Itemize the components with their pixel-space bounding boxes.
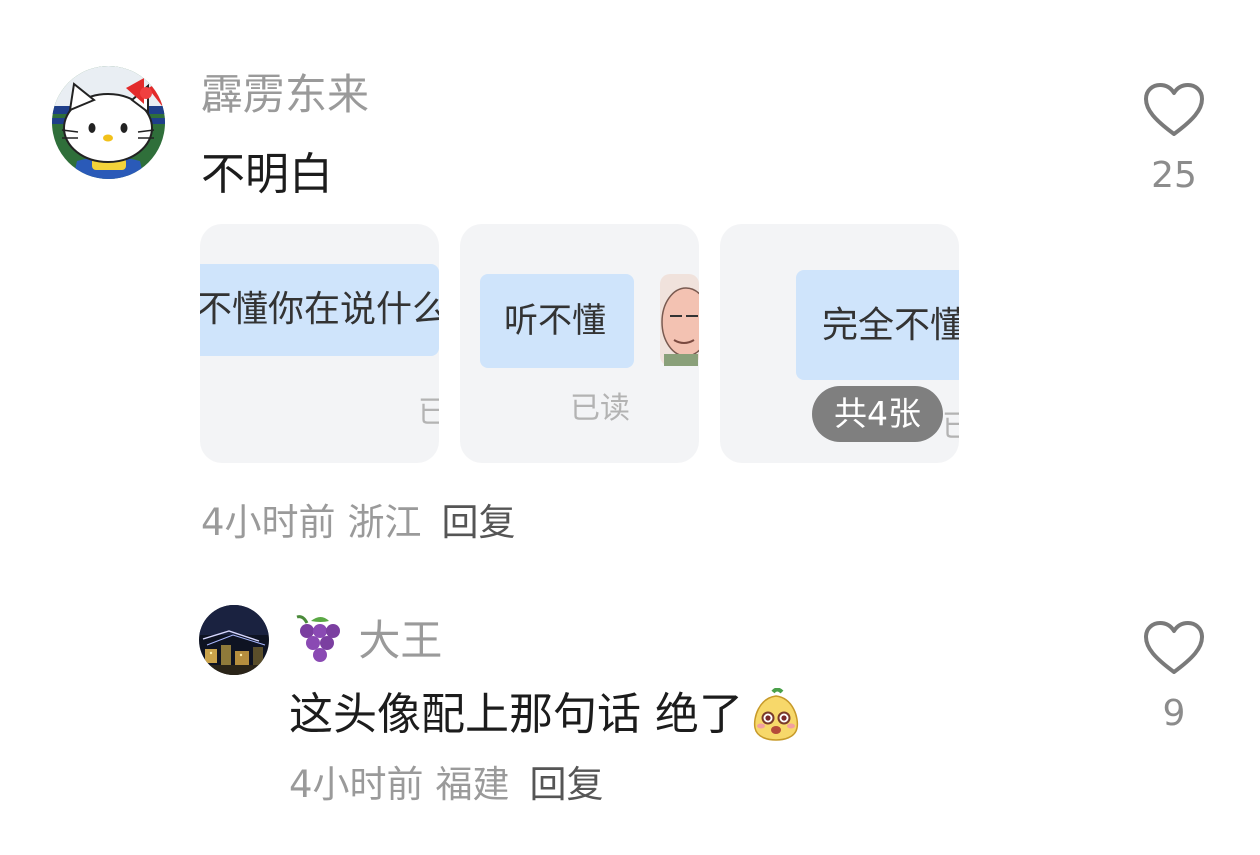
- user-avatar[interactable]: [52, 66, 165, 179]
- chat-bubble: 不懂你在说什么: [200, 264, 439, 356]
- pear-face-emoji-icon: [749, 688, 803, 742]
- username: 大王: [358, 616, 443, 665]
- cartoon-face-icon: [660, 274, 699, 366]
- image-thumbnail[interactable]: 完全不懂 已 共4张: [720, 224, 959, 463]
- comment-time: 4小时前: [289, 763, 424, 806]
- comment-list: 霹雳东来 不明白 不懂你在说什么 已 听不懂 已读 完全不懂 已 共4张 4小时…: [0, 0, 1260, 855]
- read-mark: 已读: [570, 391, 630, 426]
- night-city-avatar-icon: [199, 605, 269, 675]
- like-button[interactable]: 25: [1134, 82, 1214, 194]
- username[interactable]: 霹雳东来: [201, 74, 369, 116]
- chat-bubble: 完全不懂: [796, 270, 959, 380]
- comment-time: 4小时前: [201, 501, 336, 544]
- heart-outline-icon: [1144, 621, 1204, 674]
- read-mark: 已: [418, 395, 439, 430]
- comment-location: 福建: [435, 763, 510, 806]
- grape-emoji-icon: [291, 615, 358, 665]
- image-count-badge: 共4张: [812, 386, 943, 442]
- heart-outline-icon: [1144, 83, 1204, 136]
- comment-body: 这头像配上那句话 绝了: [289, 688, 803, 742]
- like-count: 9: [1162, 693, 1186, 734]
- image-thumbnail[interactable]: 听不懂 已读: [460, 224, 699, 463]
- hello-kitty-avatar-icon: [52, 66, 165, 179]
- comment-meta: 4小时前 福建 回复: [289, 766, 604, 803]
- username-row[interactable]: 大王: [291, 613, 442, 663]
- chat-bubble: 听不懂: [480, 274, 634, 368]
- user-avatar[interactable]: [199, 605, 269, 675]
- read-mark: 已: [942, 409, 959, 444]
- comment-meta: 4小时前 浙江 回复: [201, 504, 516, 541]
- comment-location: 浙江: [347, 501, 422, 544]
- like-button[interactable]: 9: [1134, 620, 1214, 732]
- like-count: 25: [1151, 155, 1197, 196]
- image-thumbnail[interactable]: 不懂你在说什么 已: [200, 224, 439, 463]
- comment-text: 这头像配上那句话 绝了: [289, 689, 743, 740]
- reply-button[interactable]: 回复: [442, 501, 516, 544]
- comment-text: 不明白: [201, 149, 333, 200]
- reply-button[interactable]: 回复: [530, 763, 604, 806]
